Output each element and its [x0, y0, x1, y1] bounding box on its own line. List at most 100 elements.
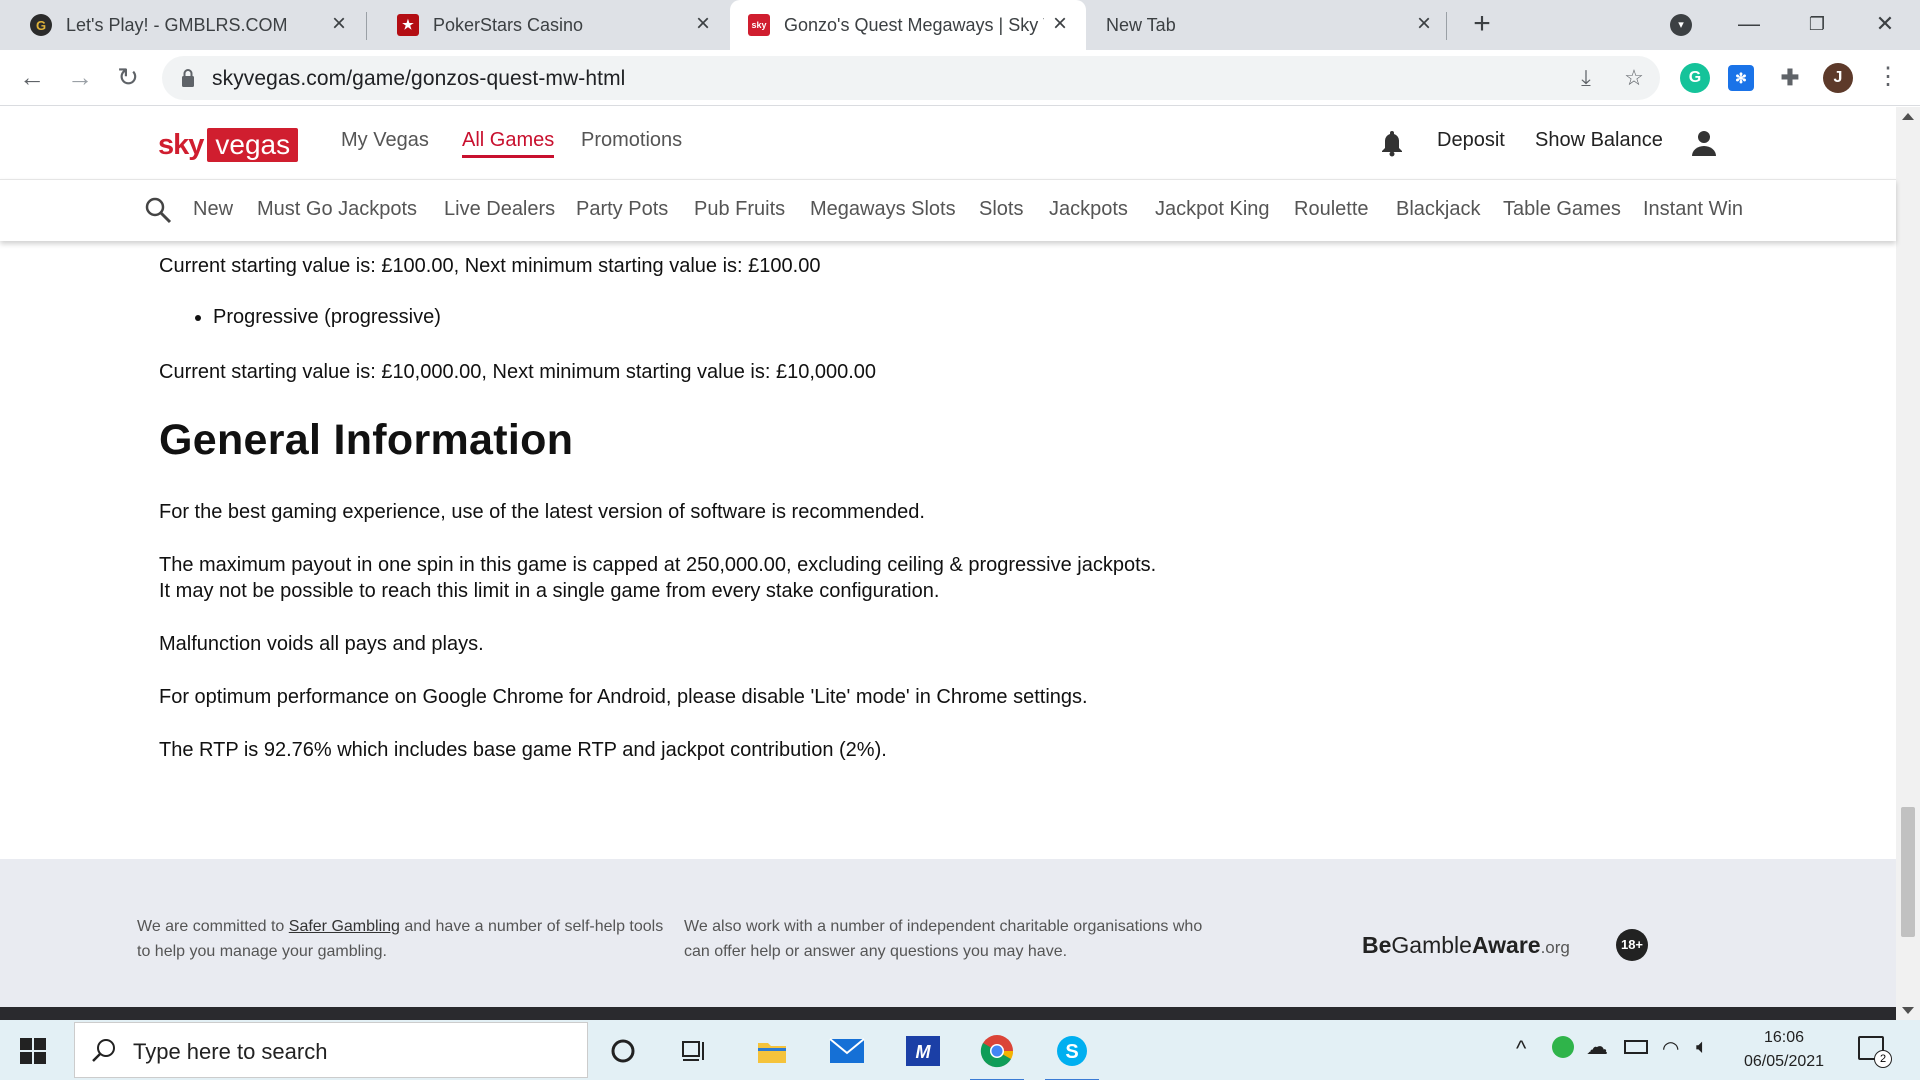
footer-dark-strip	[0, 1007, 1896, 1020]
category-pub-fruits[interactable]: Pub Fruits	[694, 198, 785, 221]
action-center-icon[interactable]: 2	[1858, 1036, 1892, 1068]
category-roulette[interactable]: Roulette	[1294, 198, 1369, 221]
scroll-down-arrow-icon[interactable]	[1902, 1007, 1914, 1014]
app-m-icon[interactable]: M	[896, 1026, 950, 1076]
show-balance-link[interactable]: Show Balance	[1535, 129, 1663, 152]
info-paragraph: Malfunction voids all pays and plays.	[159, 633, 484, 655]
security-shield-icon[interactable]	[1552, 1036, 1574, 1058]
volume-icon[interactable]: 🔈︎	[1696, 1036, 1708, 1059]
site-header: sky vegas My Vegas All Games Promotions …	[0, 107, 1896, 179]
info-paragraph: The maximum payout in one spin in this g…	[159, 554, 1157, 602]
browser-menu-icon[interactable]: ⋮	[1872, 62, 1904, 94]
svg-text:M: M	[916, 1042, 932, 1062]
sky-vegas-logo[interactable]: sky vegas	[158, 127, 299, 163]
tab-gonzos-quest[interactable]: sky Gonzo's Quest Megaways | Sky V ×	[730, 0, 1086, 50]
bga-org: .org	[1540, 938, 1570, 957]
category-instant-win[interactable]: Instant Win	[1643, 198, 1743, 221]
taskbar-search-placeholder: Type here to search	[133, 1039, 328, 1064]
page-scrollbar[interactable]	[1896, 107, 1920, 1020]
tab-new-tab[interactable]: New Tab ×	[1088, 0, 1450, 50]
begambleaware-logo[interactable]: BeGambleAware.org	[1362, 932, 1570, 959]
charity-text: We also work with a number of independen…	[684, 918, 1203, 960]
cortana-icon[interactable]	[596, 1026, 650, 1076]
bga-aware: Aware	[1471, 932, 1541, 958]
address-bar[interactable]: skyvegas.com/game/gonzos-quest-mw-html ⤓…	[162, 56, 1660, 100]
back-arrow-icon[interactable]: ←	[16, 62, 48, 94]
bookmark-star-icon[interactable]: ☆	[1622, 66, 1646, 90]
windows-taskbar: Type here to search M S ^ ☁ ◠ 🔈︎ 16:06 0…	[0, 1020, 1920, 1080]
clock-date: 06/05/2021	[1743, 1053, 1825, 1070]
info-paragraph: For the best gaming experience, use of t…	[159, 501, 925, 523]
url-text[interactable]: skyvegas.com/game/gonzos-quest-mw-html	[212, 67, 625, 91]
pokerstars-favicon-icon: ★	[397, 14, 419, 36]
nav-my-vegas[interactable]: My Vegas	[341, 129, 429, 152]
category-jackpots[interactable]: Jackpots	[1049, 198, 1128, 221]
close-tab-icon[interactable]: ×	[1048, 12, 1072, 37]
footer-text-part: We are committed to	[137, 918, 289, 935]
tab-search-dropdown-icon[interactable]: ▾	[1670, 14, 1692, 36]
close-tab-icon[interactable]: ×	[1412, 12, 1436, 37]
bga-be: Be	[1362, 932, 1392, 958]
minimize-icon[interactable]: —	[1734, 10, 1764, 40]
close-tab-icon[interactable]: ×	[327, 12, 351, 37]
browser-toolbar: ← → ↻ skyvegas.com/game/gonzos-quest-mw-…	[0, 50, 1920, 106]
system-clock[interactable]: 16:06 06/05/2021	[1736, 1026, 1832, 1074]
category-jackpot-king[interactable]: Jackpot King	[1155, 198, 1270, 221]
profile-avatar[interactable]: J	[1823, 63, 1853, 93]
notification-count-badge: 2	[1874, 1050, 1892, 1068]
section-heading: General Information	[159, 416, 574, 464]
safer-gambling-link[interactable]: Safer Gambling	[289, 918, 400, 935]
grammarly-extension-icon[interactable]: G	[1680, 63, 1710, 93]
category-megaways-slots[interactable]: Megaways Slots	[810, 198, 956, 221]
extensions-puzzle-icon[interactable]: ✚	[1775, 63, 1805, 93]
category-nav: New Must Go Jackpots Live Dealers Party …	[0, 179, 1896, 241]
forward-arrow-icon[interactable]: →	[64, 62, 96, 94]
safer-gambling-text: We are committed to Safer Gambling and h…	[137, 914, 667, 964]
mail-icon[interactable]	[820, 1026, 874, 1076]
file-explorer-icon[interactable]	[745, 1026, 799, 1076]
restore-icon[interactable]: ❐	[1802, 10, 1832, 40]
category-slots[interactable]: Slots	[979, 198, 1023, 221]
browser-tab-strip: G Let's Play! - GMBLRS.COM × ★ PokerStar…	[0, 0, 1920, 50]
site-footer: We are committed to Safer Gambling and h…	[0, 859, 1896, 1007]
jackpot-list: Progressive (progressive)	[213, 306, 441, 329]
nav-all-games[interactable]: All Games	[462, 129, 555, 158]
skype-icon[interactable]: S	[1045, 1026, 1099, 1080]
category-must-go-jackpots[interactable]: Must Go Jackpots	[257, 198, 417, 221]
scrollbar-thumb[interactable]	[1901, 807, 1915, 937]
tab-pokerstars[interactable]: ★ PokerStars Casino ×	[367, 0, 729, 50]
wifi-icon[interactable]: ◠	[1662, 1036, 1679, 1061]
install-app-icon[interactable]: ⤓	[1574, 66, 1598, 90]
list-item: Progressive (progressive)	[213, 306, 441, 329]
new-tab-plus-icon[interactable]: +	[1467, 9, 1497, 40]
category-party-pots[interactable]: Party Pots	[576, 198, 668, 221]
chrome-taskbar-icon[interactable]	[970, 1026, 1024, 1080]
category-live-dealers[interactable]: Live Dealers	[444, 198, 555, 221]
snowflake-extension-icon[interactable]: ✻	[1728, 65, 1754, 91]
deposit-link[interactable]: Deposit	[1437, 129, 1505, 152]
account-user-icon[interactable]	[1690, 129, 1718, 157]
notification-bell-icon[interactable]	[1380, 129, 1404, 157]
category-blackjack[interactable]: Blackjack	[1396, 198, 1480, 221]
age-18-plus-badge: 18+	[1616, 929, 1648, 961]
windows-start-icon[interactable]	[20, 1038, 46, 1064]
category-table-games[interactable]: Table Games	[1503, 198, 1621, 221]
tab-title: New Tab	[1106, 14, 1176, 35]
close-tab-icon[interactable]: ×	[691, 12, 715, 37]
task-view-icon[interactable]	[668, 1026, 722, 1076]
progressive-starting-value-text: Current starting value is: £10,000.00, N…	[159, 361, 877, 383]
battery-icon[interactable]	[1624, 1040, 1648, 1054]
tray-chevron-up-icon[interactable]: ^	[1516, 1036, 1526, 1062]
onedrive-cloud-icon[interactable]: ☁	[1586, 1034, 1608, 1060]
close-window-icon[interactable]: ✕	[1870, 10, 1900, 40]
scroll-up-arrow-icon[interactable]	[1902, 113, 1914, 120]
tab-title: Gonzo's Quest Megaways | Sky V	[784, 14, 1044, 35]
search-icon[interactable]	[144, 196, 172, 224]
category-new[interactable]: New	[193, 198, 233, 221]
reload-icon[interactable]: ↻	[112, 62, 144, 94]
tab-title: Let's Play! - GMBLRS.COM	[66, 14, 288, 35]
taskbar-search-box[interactable]: Type here to search	[74, 1022, 588, 1078]
nav-promotions[interactable]: Promotions	[581, 129, 682, 152]
lock-icon	[182, 69, 194, 87]
tab-gmblrs[interactable]: G Let's Play! - GMBLRS.COM ×	[0, 0, 365, 50]
